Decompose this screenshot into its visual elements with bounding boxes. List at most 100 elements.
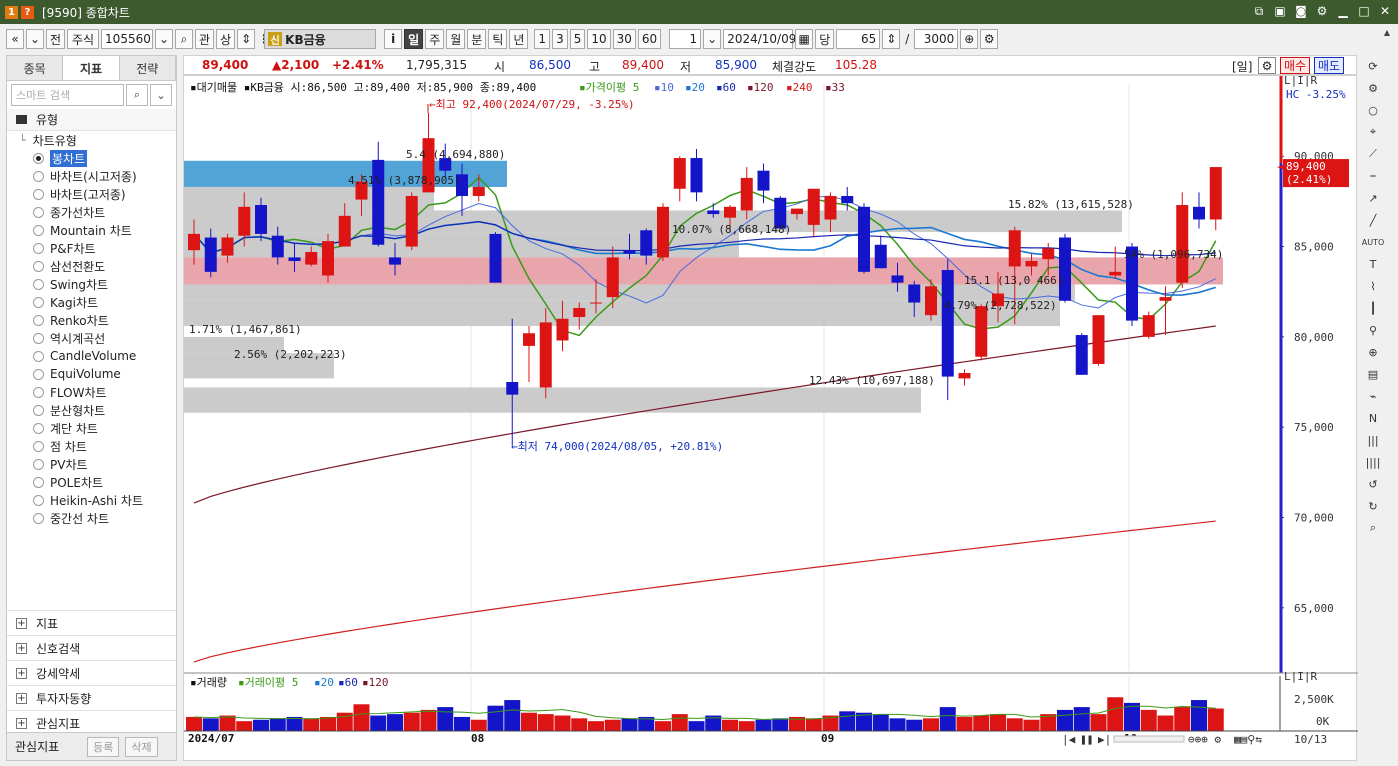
all-button[interactable]: 전 [46,29,66,49]
chart-type-item[interactable]: 역시계곡선 [7,329,176,347]
radio-icon[interactable] [33,512,44,524]
radio-icon[interactable] [33,242,44,254]
radio-icon[interactable] [33,332,44,344]
price-chart-svg[interactable]: 5.4 (4,694,880) 4.51% (3,878,905) 15.82% (… [184,76,1358,762]
interval-5-button[interactable]: 5 [569,29,586,49]
chart-type-item[interactable]: EquiVolume [7,365,176,383]
radio-icon[interactable] [33,494,44,506]
chart-type-item[interactable]: 종가선차트 [7,203,176,221]
right-scrollbar[interactable]: ▲ [1380,26,1394,761]
watch-button[interactable]: 관 [195,29,215,49]
minimize-icon[interactable]: ▁ [1336,3,1350,19]
period-minute-button[interactable]: 분 [467,29,487,49]
code-dropdown-icon[interactable]: ⌄ [155,29,174,49]
max-bars-input[interactable]: 3000 [914,29,959,49]
chart-type-item[interactable]: POLE차트 [7,473,176,491]
period-day-button[interactable]: 일 [404,29,424,49]
code-input[interactable]: 105560 [101,29,154,49]
scroll-up-icon[interactable]: ▲ [1380,26,1394,40]
group-signal-search[interactable]: + 신호검색 [7,635,176,660]
count-input[interactable]: 1 [669,29,702,49]
tab-stocks[interactable]: 종목 [7,56,64,80]
sell-button[interactable]: 매도 [1314,57,1345,74]
zoom-in-icon[interactable]: ⊕ [960,29,979,49]
chart-type-item[interactable]: Swing차트 [7,275,176,293]
chart-type-item[interactable]: 바차트(고저종) [7,185,176,203]
radio-icon[interactable] [33,350,44,362]
chart-type-item[interactable]: 중간선 차트 [7,509,176,527]
bars-input[interactable]: 65 [836,29,881,49]
updown-stepper-icon[interactable]: ⇕ [237,29,256,49]
stock-name-field[interactable]: 신 KB금융 [264,29,377,49]
period-tag[interactable]: [일] [1232,58,1252,75]
radio-icon[interactable] [33,206,44,218]
expand-icon[interactable]: ⌄ [150,84,172,106]
search-icon[interactable]: ⌕ [126,84,148,106]
radio-icon[interactable] [33,296,44,308]
radio-icon[interactable] [33,188,44,200]
link-icon[interactable]: ⧉ [1252,3,1266,19]
group-investor-trend[interactable]: + 투자자동향 [7,685,176,710]
current-button[interactable]: 당 [815,29,835,49]
chart-type-item[interactable]: Mountain 차트 [7,221,176,239]
close-icon[interactable]: ✕ [1378,3,1392,19]
prev-stock-button[interactable]: « [6,29,24,49]
period-month-button[interactable]: 월 [446,29,466,49]
chart-type-item[interactable]: Renko차트 [7,311,176,329]
gear-icon[interactable]: ⚙ [1315,3,1329,19]
interval-3-button[interactable]: 3 [552,29,568,49]
period-week-button[interactable]: 주 [425,29,445,49]
bars-stepper-icon[interactable]: ⇕ [882,29,901,49]
chart-type-item[interactable]: FLOW차트 [7,383,176,401]
group-indicators[interactable]: + 지표 [7,610,176,635]
chart-type-item[interactable]: Kagi차트 [7,293,176,311]
register-button[interactable]: 등록 [87,736,120,757]
search-icon[interactable]: ⌕ [175,29,194,49]
tab-indicators[interactable]: 지표 [63,56,120,80]
chart-type-item[interactable]: 바차트(시고저종) [7,167,176,185]
interval-60-button[interactable]: 60 [637,29,662,49]
radio-icon[interactable] [33,278,44,290]
help-icon[interactable]: ? [21,5,34,19]
date-input[interactable]: 2024/10/09 [723,29,796,49]
market-select[interactable]: 주식 [67,29,100,49]
chart-type-item[interactable]: CandleVolume [7,347,176,365]
radio-icon[interactable] [33,440,44,452]
app-badge-icon[interactable]: 1 [5,5,18,19]
camera-icon[interactable]: ◙ [1294,3,1308,19]
chart-type-item[interactable]: 봉차트 [7,149,176,167]
maximize-icon[interactable]: □ [1357,3,1371,19]
smart-search-input[interactable]: 스마트 검색 [11,84,124,106]
next-stock-button[interactable]: ⌄ [26,29,44,49]
group-strength[interactable]: + 강세약세 [7,660,176,685]
interval-30-button[interactable]: 30 [612,29,636,49]
radio-icon[interactable] [33,422,44,434]
tab-strategy[interactable]: 전략 [119,56,176,80]
chart-type-item[interactable]: PV차트 [7,455,176,473]
buy-button[interactable]: 매수 [1280,57,1311,74]
radio-icon[interactable] [33,404,44,416]
radio-icon[interactable] [33,170,44,182]
delete-button[interactable]: 삭제 [125,736,158,757]
settings-gear-icon[interactable]: ⚙ [980,29,999,49]
chart-settings-gear-icon[interactable]: ⚙ [1258,57,1276,74]
chart-type-item[interactable]: 분산형차트 [7,401,176,419]
save-icon[interactable]: ▣ [1273,3,1287,19]
period-tick-button[interactable]: 틱 [488,29,508,49]
radio-icon[interactable] [33,152,44,164]
radio-icon[interactable] [33,224,44,236]
radio-icon[interactable] [33,368,44,380]
count-dropdown-icon[interactable]: ⌄ [703,29,722,49]
radio-icon[interactable] [33,386,44,398]
calendar-icon[interactable]: ▦ [795,29,814,49]
info-button[interactable]: i [384,29,403,49]
chart-area[interactable]: 5.4 (4,694,880) 4.51% (3,878,905) 15.82% (… [183,75,1358,762]
interval-1-button[interactable]: 1 [534,29,551,49]
chart-type-item[interactable]: 점 차트 [7,437,176,455]
radio-icon[interactable] [33,476,44,488]
radio-icon[interactable] [33,260,44,272]
chart-type-item[interactable]: Heikin-Ashi 차트 [7,491,176,509]
type-group[interactable]: 유형 [7,109,176,131]
chart-type-item[interactable]: 삼선전환도 [7,257,176,275]
chart-type-item[interactable]: 계단 차트 [7,419,176,437]
